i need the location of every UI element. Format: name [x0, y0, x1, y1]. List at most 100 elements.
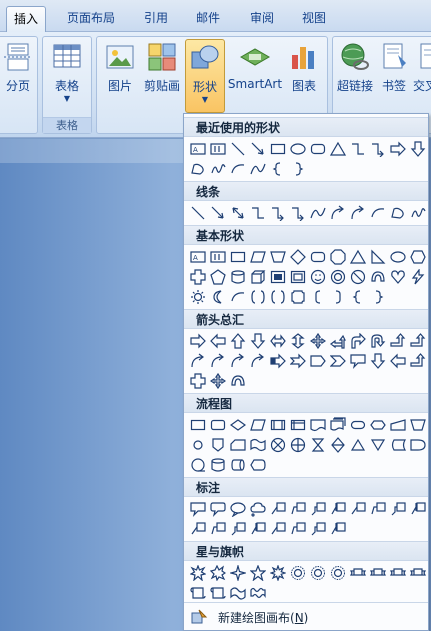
- shape-oval[interactable]: [288, 139, 307, 158]
- shape-connector[interactable]: [188, 435, 207, 454]
- shape-ocallout[interactable]: [228, 499, 247, 518]
- shape-accent[interactable]: [328, 519, 347, 538]
- shape-document[interactable]: [308, 415, 327, 434]
- shape-vtext[interactable]: [208, 139, 227, 158]
- shape-trapezoid[interactable]: [268, 247, 287, 266]
- shape-parallelogram[interactable]: [248, 247, 267, 266]
- shape-manualop[interactable]: [408, 415, 427, 434]
- shape-triangle[interactable]: [328, 139, 347, 158]
- chart-button[interactable]: 图表: [285, 39, 323, 113]
- shape-linecallout3[interactable]: [308, 519, 327, 538]
- table-button[interactable]: 表格 ▼: [47, 39, 87, 113]
- smartart-button[interactable]: SmartArt: [227, 39, 283, 113]
- shape-elbowarrow[interactable]: [368, 139, 387, 158]
- shape-linecallout[interactable]: [268, 519, 287, 538]
- shape-card[interactable]: [228, 435, 247, 454]
- shape-lbracket[interactable]: [308, 287, 327, 306]
- shape-curvearrow[interactable]: [208, 351, 227, 370]
- shape-elbow[interactable]: [348, 139, 367, 158]
- tab-page-layout[interactable]: 页面布局: [60, 6, 122, 32]
- shape-quadarrow[interactable]: [208, 371, 227, 390]
- shape-data[interactable]: [248, 415, 267, 434]
- shape-accent[interactable]: [328, 499, 347, 518]
- shape-or[interactable]: [288, 435, 307, 454]
- shape-linecallout3[interactable]: [228, 519, 247, 538]
- shape-linecallout2[interactable]: [208, 519, 227, 538]
- shape-internal[interactable]: [288, 415, 307, 434]
- shapes-button[interactable]: 形状 ▼: [185, 39, 225, 113]
- shape-nosymbol[interactable]: [348, 267, 367, 286]
- shape-ribbon[interactable]: [408, 563, 427, 582]
- shape-heart[interactable]: [388, 267, 407, 286]
- shape-leftarrow[interactable]: [388, 351, 407, 370]
- shape-star16[interactable]: [308, 563, 327, 582]
- shape-moon[interactable]: [208, 287, 227, 306]
- shape-can[interactable]: [228, 267, 247, 286]
- shape-predef[interactable]: [268, 415, 287, 434]
- shape-righttri[interactable]: [368, 247, 387, 266]
- shape-seqaccess[interactable]: [188, 455, 207, 474]
- shape-donut[interactable]: [328, 267, 347, 286]
- shape-sumjunction[interactable]: [268, 435, 287, 454]
- tab-mailings[interactable]: 邮件: [188, 6, 228, 32]
- shape-punched[interactable]: [248, 435, 267, 454]
- shape-star16[interactable]: [328, 563, 347, 582]
- shape-diamond[interactable]: [288, 247, 307, 266]
- shape-star8[interactable]: [268, 563, 287, 582]
- shape-explosion[interactable]: [188, 563, 207, 582]
- shape-arrowline[interactable]: [248, 139, 267, 158]
- shape-decision[interactable]: [228, 415, 247, 434]
- shape-lbrace[interactable]: [268, 159, 287, 178]
- shape-bentup[interactable]: [408, 331, 427, 350]
- shape-triangle[interactable]: [348, 247, 367, 266]
- shape-explosion2[interactable]: [208, 563, 227, 582]
- shape-curvearrow[interactable]: [228, 351, 247, 370]
- shape-callout[interactable]: [188, 499, 207, 518]
- shape-star4[interactable]: [228, 563, 247, 582]
- shape-elbow[interactable]: [248, 203, 267, 222]
- shape-rbracket[interactable]: [328, 287, 347, 306]
- shape-striped[interactable]: [268, 351, 287, 370]
- shape-blockarc[interactable]: [228, 371, 247, 390]
- shape-cross[interactable]: [188, 371, 207, 390]
- shape-ribbon[interactable]: [388, 563, 407, 582]
- shape-linecallout[interactable]: [188, 519, 207, 538]
- shape-altprocess[interactable]: [208, 415, 227, 434]
- shape-preparation[interactable]: [368, 415, 387, 434]
- shape-star16[interactable]: [288, 563, 307, 582]
- shape-bevel[interactable]: [268, 267, 287, 286]
- shape-scribble[interactable]: [208, 159, 227, 178]
- shape-directaccess[interactable]: [228, 455, 247, 474]
- shape-ribbon[interactable]: [348, 563, 367, 582]
- shape-pentarrow[interactable]: [308, 351, 327, 370]
- shape-line[interactable]: [228, 139, 247, 158]
- shape-bentup[interactable]: [388, 331, 407, 350]
- tab-review[interactable]: 审阅: [242, 6, 282, 32]
- shape-curvearrow[interactable]: [328, 203, 347, 222]
- shape-linecallout3[interactable]: [388, 499, 407, 518]
- shape-scroll[interactable]: [188, 583, 207, 602]
- shape-lbrace[interactable]: [348, 287, 367, 306]
- shape-dblarrow[interactable]: [228, 203, 247, 222]
- shape-linecallout3[interactable]: [308, 499, 327, 518]
- shape-elbowarrow[interactable]: [288, 203, 307, 222]
- shape-multidoc[interactable]: [328, 415, 347, 434]
- shape-curvearrow[interactable]: [348, 203, 367, 222]
- shape-curvearrow[interactable]: [188, 351, 207, 370]
- shape-hexagon[interactable]: [408, 247, 427, 266]
- shape-arc[interactable]: [228, 287, 247, 306]
- shape-arrowline[interactable]: [208, 203, 227, 222]
- shape-linecallout[interactable]: [348, 499, 367, 518]
- shape-leftup[interactable]: [328, 331, 347, 350]
- shape-dblwave[interactable]: [248, 583, 267, 602]
- shape-rightarrow[interactable]: [188, 331, 207, 350]
- shape-smiley[interactable]: [308, 267, 327, 286]
- shape-plaque[interactable]: [288, 287, 307, 306]
- shape-ccallout[interactable]: [248, 499, 267, 518]
- shape-udarrow[interactable]: [288, 331, 307, 350]
- shape-lrarrow[interactable]: [268, 331, 287, 350]
- shape-notched[interactable]: [288, 351, 307, 370]
- shape-rrect[interactable]: [308, 247, 327, 266]
- shape-blockarc[interactable]: [368, 267, 387, 286]
- shape-rect[interactable]: [228, 247, 247, 266]
